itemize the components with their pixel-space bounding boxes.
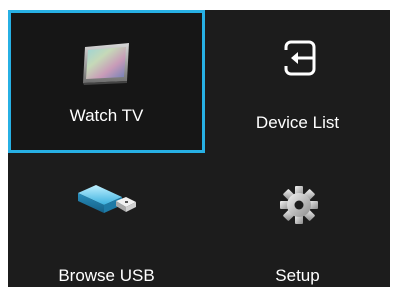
usb-drive-icon	[78, 185, 136, 213]
menu-item-label: Browse USB	[58, 266, 155, 285]
menu-item-label: Device List	[255, 113, 340, 132]
menu-item-watch-tv[interactable]: Watch TV	[8, 10, 205, 153]
menu-item-setup[interactable]: Setup	[205, 153, 390, 287]
tv-icon	[83, 43, 129, 85]
menu-item-browse-usb[interactable]: Browse USB	[8, 153, 205, 287]
menu-item-label: Setup	[275, 266, 320, 285]
menu-grid: Watch TV Device List Browse USB Setup	[8, 10, 390, 287]
menu-item-device-list[interactable]: Device List	[205, 10, 390, 153]
gear-icon	[280, 186, 318, 224]
input-source-icon	[284, 40, 316, 76]
home-menu: Watch TV Device List Browse USB Setup	[0, 0, 398, 287]
menu-item-label: Watch TV	[69, 106, 144, 125]
